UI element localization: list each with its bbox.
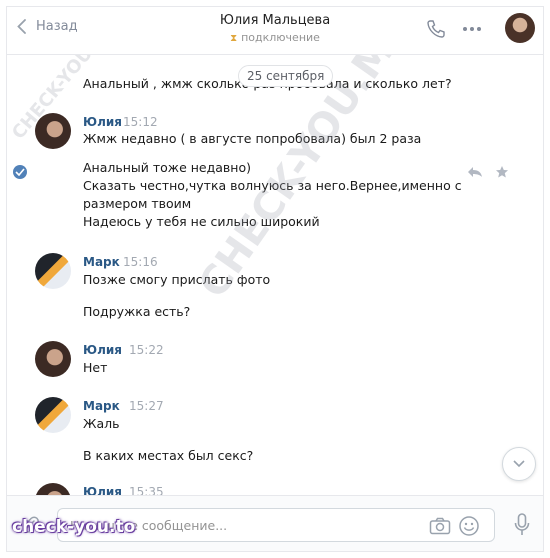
selected-check-icon[interactable] [13, 165, 27, 179]
author-name[interactable]: Марк [83, 399, 120, 413]
camera-icon[interactable] [429, 517, 451, 535]
avatar[interactable] [35, 341, 71, 377]
author-name[interactable]: Юлия [83, 485, 122, 495]
message-text: Надеюсь у тебя не сильно широкий [83, 214, 320, 229]
avatar[interactable] [35, 483, 71, 495]
emoji-icon[interactable] [458, 515, 480, 537]
message-text: Позже смогу прислать фото [83, 272, 271, 287]
status-text: подключение [241, 31, 320, 44]
message-time[interactable]: 15:16 [123, 255, 158, 269]
chat-header: Назад Юлия Мальцева ⧗ подключение [7, 7, 543, 55]
message-text: Нет [83, 360, 108, 375]
author-name[interactable]: Юлия [83, 115, 122, 129]
avatar[interactable] [35, 253, 71, 289]
hourglass-icon: ⧗ [230, 33, 238, 44]
message-time[interactable]: 15:27 [129, 399, 164, 413]
message-text: Жмж недавно ( в августе попробовала) был… [83, 131, 422, 146]
chat-window: Назад Юлия Мальцева ⧗ подключение 25 сент… [6, 6, 544, 552]
author-name[interactable]: Марк [83, 255, 120, 269]
watermark-badge: check-you.to [12, 517, 136, 537]
message-time[interactable]: 15:35 [129, 485, 164, 495]
message-text: размером твоим [83, 196, 192, 211]
star-icon[interactable] [495, 165, 509, 179]
message-history: 25 сентября Анальный , жмж сколько раз п… [7, 55, 543, 495]
date-separator: 25 сентября [238, 65, 334, 87]
message-text: Подружка есть? [83, 304, 191, 319]
reply-icon[interactable] [467, 166, 483, 178]
chevron-down-icon [513, 460, 525, 468]
author-name[interactable]: Юлия [83, 343, 122, 357]
message-time[interactable]: 15:22 [129, 343, 164, 357]
microphone-icon[interactable] [514, 513, 530, 537]
avatar[interactable] [35, 113, 71, 149]
scroll-down-button[interactable] [502, 447, 536, 481]
message-text: Жаль [83, 416, 120, 431]
avatar[interactable] [35, 397, 71, 433]
more-icon[interactable] [462, 26, 482, 32]
message-time[interactable]: 15:12 [123, 115, 158, 129]
message-text: Сказать честно,чутка волнуюсь за него.Ве… [83, 178, 462, 193]
contact-avatar[interactable] [505, 13, 535, 43]
phone-icon[interactable] [426, 19, 446, 39]
message-text: В каких местах был секс? [83, 448, 254, 463]
message-text: Анальный тоже недавно) [83, 160, 251, 175]
connection-status: ⧗ подключение [7, 31, 543, 44]
